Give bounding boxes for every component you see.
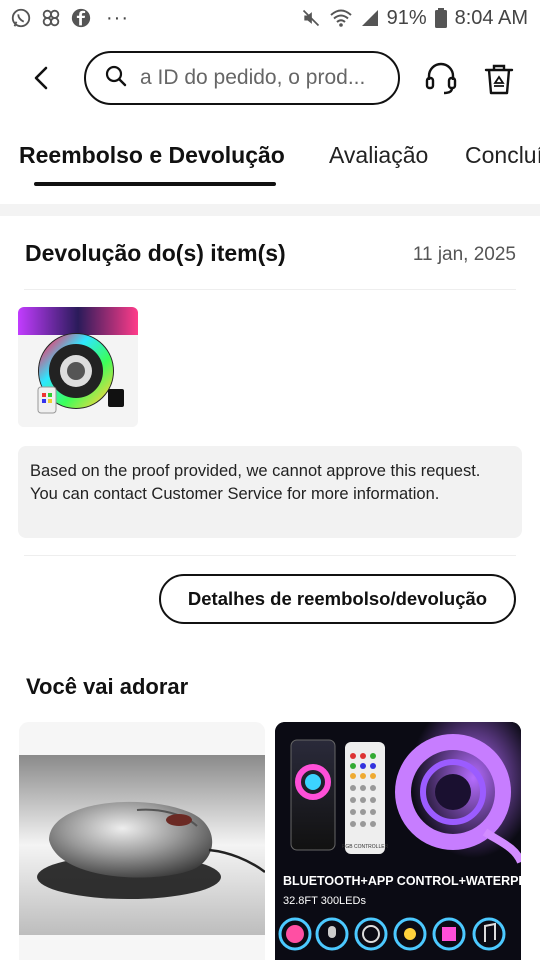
pinwheel-icon [40,7,62,29]
clock: 8:04 AM [454,6,528,29]
active-tab-indicator [34,182,276,186]
wifi-icon [329,8,353,28]
computer-mouse-photo [19,722,265,960]
mute-icon [301,8,321,28]
recycle-bin-icon[interactable] [482,62,516,96]
status-bar: ··· 91% 8:04 AM [0,0,540,36]
search-input[interactable]: a ID do pedido, o prod... [84,51,400,105]
battery-percent: 91% [386,6,427,29]
product-spec-text: 32.8FT 300LEDs [283,895,366,907]
return-date: 11 jan, 2025 [412,244,516,265]
recommendations-title: Você vai adorar [26,674,189,699]
facebook-icon [70,7,92,29]
search-placeholder: a ID do pedido, o prod... [140,66,366,89]
customer-service-headset-icon[interactable] [424,60,458,96]
returned-item-image[interactable] [18,307,138,427]
whatsapp-icon [10,7,32,29]
battery-icon [434,8,447,28]
divider-line [24,289,516,290]
product-banner-text: BLUETOOTH+APP CONTROL+WATERPROOF [283,874,521,888]
tab-bar: Reembolso e Devolução Avaliação Concluí [0,130,540,190]
divider-line [24,555,516,556]
back-arrow-icon[interactable] [26,62,58,94]
tab-reembolso-devolucao[interactable]: Reembolso e Devolução [19,142,285,169]
tab-avaliacao[interactable]: Avaliação [329,142,428,169]
product-card[interactable]: RGB CONTROLLER BLUETOOTH+APP CONTROL+WAT… [275,722,521,960]
more-notifications-icon: ··· [106,7,129,29]
search-icon [104,64,128,93]
rejection-notice: Based on the proof provided, we cannot a… [18,446,522,538]
section-divider [0,204,540,216]
product-card[interactable] [19,722,265,960]
signal-icon [361,9,379,27]
tab-concluido[interactable]: Concluí [465,142,540,169]
return-section-title: Devolução do(s) item(s) [25,240,286,266]
rgb-led-strip-photo: RGB CONTROLLER BLUETOOTH+APP CONTROL+WAT… [275,722,521,960]
remote-caption: RGB CONTROLLER [342,844,389,850]
refund-return-details-button[interactable]: Detalhes de reembolso/devolução [159,574,516,624]
top-bar: a ID do pedido, o prod... [0,50,540,106]
